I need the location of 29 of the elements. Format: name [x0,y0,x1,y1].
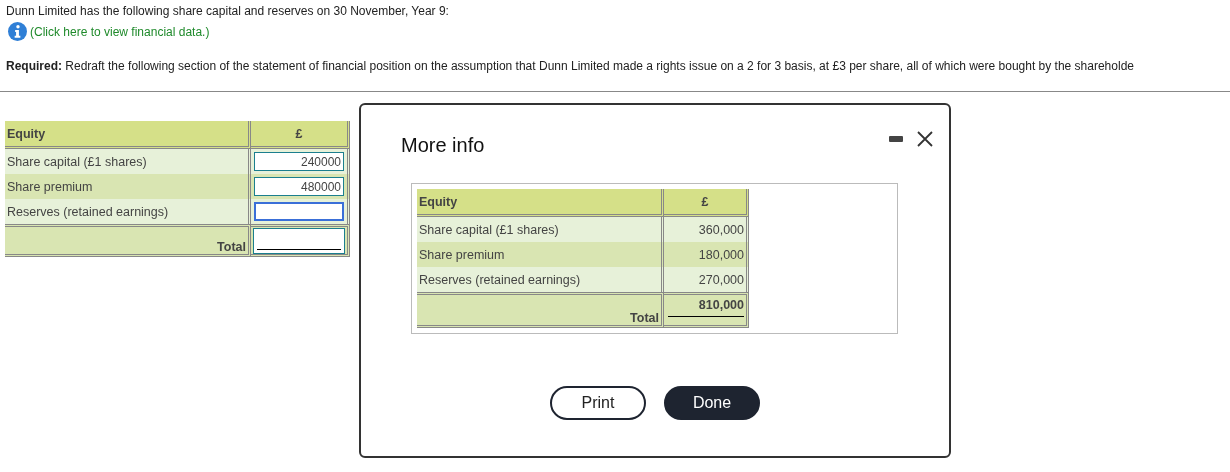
column-header: Equity [5,121,251,149]
row-label: Share capital (£1 shares) [5,149,251,174]
total-value: 810,000 [668,298,744,317]
input-field[interactable] [253,227,345,254]
input-field[interactable]: 240000 [254,152,344,171]
done-button[interactable]: Done [664,386,760,420]
row-label: Share premium [417,242,664,267]
column-header: Equity [417,189,664,217]
table-cell: 270,000 [664,267,749,292]
dialog-title: More info [401,134,485,157]
financial-data-link[interactable]: (Click here to view financial data.) [30,24,210,39]
column-header: £ [251,121,350,149]
instruction-text: Required: Redraft the following section of the statement of financial position on the assumption that Dunn Limited made a rights issue on a 2 for 3 basis, at £3 per share, all of which were bought by the shareholde [6,59,1135,73]
row-label: Share premium [5,174,251,199]
row-label: Reserves (retained earnings) [5,199,251,224]
input-field[interactable]: 480000 [254,177,344,196]
row-label: Share capital (£1 shares) [417,217,664,242]
total-label: Total [417,292,664,328]
row-label: Reserves (retained earnings) [417,267,664,292]
input-field[interactable] [254,202,344,221]
table-cell: 360,000 [664,217,749,242]
print-button[interactable]: Print [550,386,646,420]
total-label: Total [5,224,251,257]
intro-text: Dunn Limited has the following share capital and reserves on 30 November, Year 9: [6,4,450,18]
column-header: £ [664,189,749,217]
table-cell: 180,000 [664,242,749,267]
minimize-icon[interactable] [889,135,903,142]
info-icon[interactable] [8,22,27,41]
close-icon[interactable] [917,130,933,147]
